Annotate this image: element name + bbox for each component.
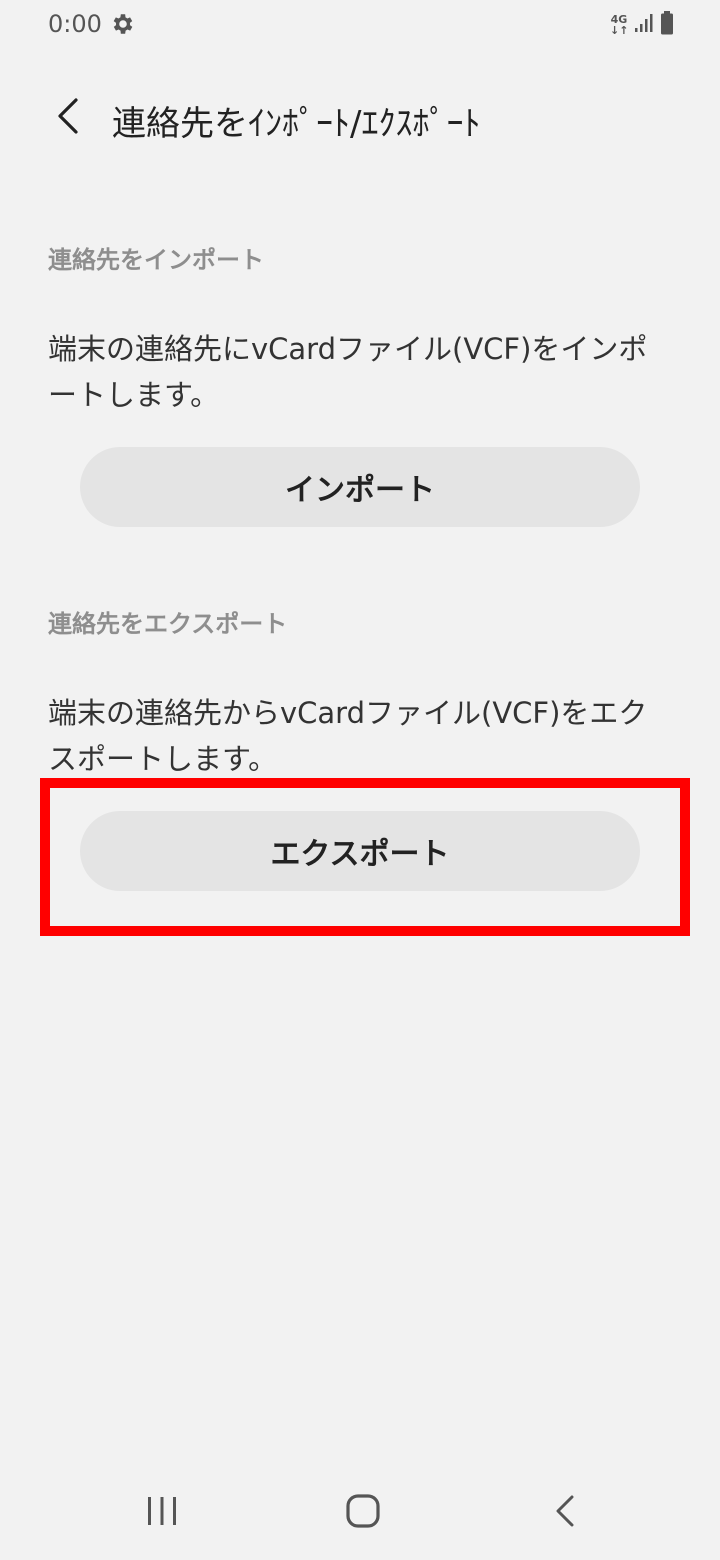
import-section-header: 連絡先をインポート [48,246,264,274]
nav-back-button[interactable] [535,1488,595,1538]
network-type-indicator: 4G ↓↑ [610,14,628,36]
home-button[interactable] [333,1488,393,1538]
export-section-description: 端末の連絡先からvCardファイル(VCF)をエクスポートします。 [48,696,648,776]
page-title: 連絡先をｲﾝﾎﾟｰﾄ/ｴｸｽﾎﾟｰﾄ [112,104,481,144]
import-button[interactable]: インポート [80,447,640,527]
battery-icon [660,11,674,39]
status-indicators: 4G ↓↑ [610,11,674,39]
gear-icon [110,11,136,37]
nav-back-icon [553,1494,577,1532]
recent-apps-icon [145,1495,179,1531]
status-bar: 0:00 4G ↓↑ [0,0,720,50]
back-button[interactable] [40,90,96,146]
status-time: 0:00 [48,10,102,38]
export-section-header: 連絡先をエクスポート [48,610,288,638]
recent-apps-button[interactable] [132,1488,192,1538]
home-icon [345,1493,381,1533]
import-section-description: 端末の連絡先にvCardファイル(VCF)をインポートします。 [48,332,648,412]
export-button[interactable]: エクスポート [80,811,640,891]
app-bar: 連絡先をｲﾝﾎﾟｰﾄ/ｴｸｽﾎﾟｰﾄ [0,80,720,156]
chevron-left-icon [54,96,82,140]
network-activity-arrows: ↓↑ [610,24,629,37]
navigation-bar [0,1470,720,1560]
signal-icon [634,13,654,37]
